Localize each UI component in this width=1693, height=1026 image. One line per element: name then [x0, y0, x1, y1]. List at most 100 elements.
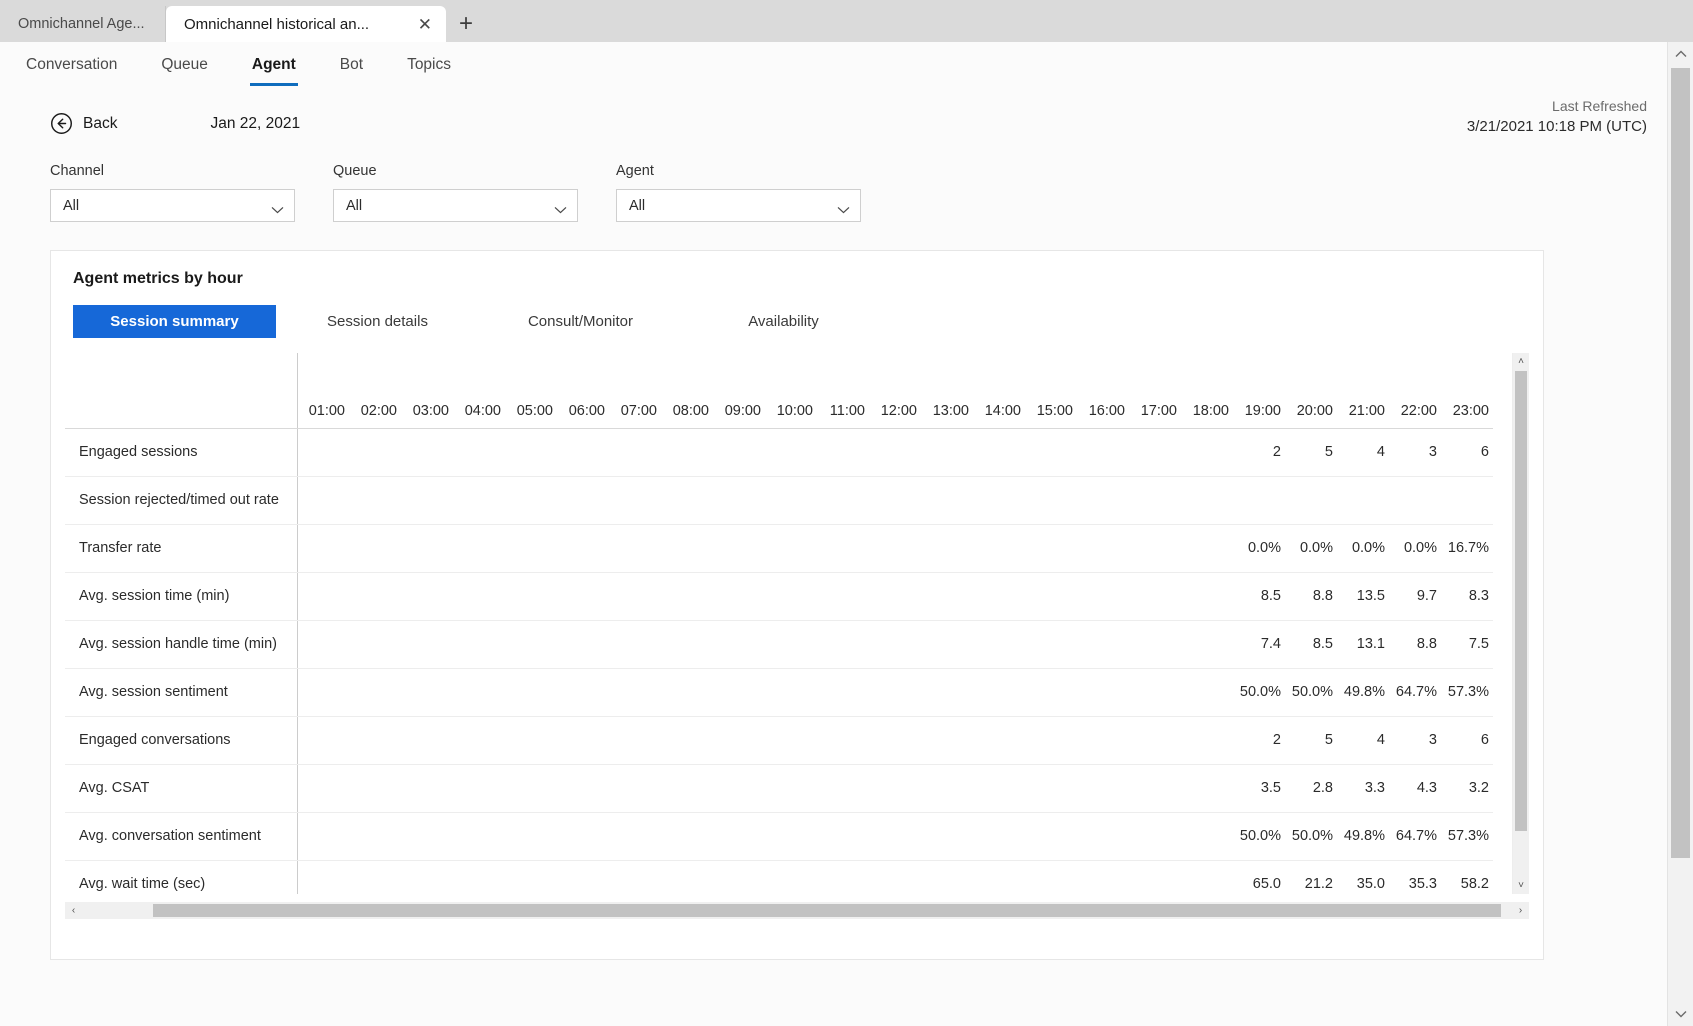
table-cell-value[interactable] [1077, 812, 1129, 861]
table-cell-value[interactable]: 49.8% [1337, 812, 1389, 861]
table-cell-value[interactable] [1077, 620, 1129, 669]
table-cell-value[interactable] [557, 572, 609, 621]
table-cell-value[interactable] [505, 716, 557, 765]
column-header-hour[interactable]: 10:00 [765, 353, 817, 429]
table-cell-value[interactable] [557, 764, 609, 813]
table-cell-value[interactable] [973, 620, 1025, 669]
table-cell-value[interactable] [973, 812, 1025, 861]
table-cell-value[interactable]: 0.0% [1389, 524, 1441, 573]
table-cell-value[interactable] [713, 812, 765, 861]
table-cell-value[interactable] [453, 572, 505, 621]
table-cell-value[interactable] [869, 572, 921, 621]
row-header-metric[interactable]: Transfer rate [65, 524, 298, 573]
table-cell-value[interactable] [765, 716, 817, 765]
table-cell-value[interactable]: 2 [1233, 716, 1285, 765]
table-cell-value[interactable] [453, 476, 505, 525]
table-cell-value[interactable] [713, 668, 765, 717]
table-cell-value[interactable] [401, 476, 453, 525]
table-cell-value[interactable] [1025, 476, 1077, 525]
table-cell-value[interactable] [1441, 476, 1493, 525]
table-cell-value[interactable] [297, 620, 349, 669]
table-cell-value[interactable] [1025, 427, 1077, 477]
table-cell-value[interactable] [1025, 860, 1077, 894]
table-cell-value[interactable] [921, 716, 973, 765]
table-cell-value[interactable] [1025, 572, 1077, 621]
table-cell-value[interactable] [1129, 860, 1181, 894]
table-cell-value[interactable] [1129, 764, 1181, 813]
page-scrollbar[interactable] [1667, 42, 1693, 1026]
table-cell-value[interactable]: 65.0 [1233, 860, 1285, 894]
browser-tab-inactive[interactable]: Omnichannel Age... [0, 6, 166, 42]
table-cell-value[interactable]: 0.0% [1337, 524, 1389, 573]
table-cell-value[interactable] [921, 476, 973, 525]
horizontal-scroll-thumb[interactable] [153, 904, 1501, 917]
table-cell-value[interactable] [453, 620, 505, 669]
table-cell-value[interactable] [869, 476, 921, 525]
table-cell-value[interactable]: 4 [1337, 716, 1389, 765]
table-cell-value[interactable] [297, 524, 349, 573]
row-header-metric[interactable]: Avg. wait time (sec) [65, 860, 298, 894]
table-cell-value[interactable] [765, 860, 817, 894]
table-cell-value[interactable] [1129, 572, 1181, 621]
table-cell-value[interactable] [1077, 668, 1129, 717]
row-header-metric[interactable]: Avg. conversation sentiment [65, 812, 298, 861]
table-cell-value[interactable]: 21.2 [1285, 860, 1337, 894]
table-cell-value[interactable] [609, 572, 661, 621]
table-cell-value[interactable] [349, 812, 401, 861]
table-cell-value[interactable] [661, 764, 713, 813]
table-cell-value[interactable] [453, 812, 505, 861]
table-cell-value[interactable] [505, 427, 557, 477]
table-cell-value[interactable]: 13.5 [1337, 572, 1389, 621]
table-cell-value[interactable] [349, 572, 401, 621]
table-cell-value[interactable] [661, 620, 713, 669]
column-header-hour[interactable]: 23:00 [1441, 353, 1493, 429]
table-cell-value[interactable] [1077, 572, 1129, 621]
table-cell-value[interactable] [349, 668, 401, 717]
table-cell-value[interactable] [557, 620, 609, 669]
table-cell-value[interactable] [557, 716, 609, 765]
pivot-consult-monitor[interactable]: Consult/Monitor [479, 305, 682, 338]
table-cell-value[interactable] [973, 716, 1025, 765]
table-cell-value[interactable] [505, 860, 557, 894]
table-cell-value[interactable] [921, 524, 973, 573]
table-cell-value[interactable] [921, 860, 973, 894]
table-cell-value[interactable]: 13.1 [1337, 620, 1389, 669]
table-cell-value[interactable]: 57.3% [1441, 812, 1493, 861]
row-header-metric[interactable]: Session rejected/timed out rate [65, 476, 298, 525]
table-cell-value[interactable] [1077, 476, 1129, 525]
table-cell-value[interactable] [401, 764, 453, 813]
table-cell-value[interactable]: 49.8% [1337, 668, 1389, 717]
table-cell-value[interactable] [713, 860, 765, 894]
table-cell-value[interactable] [297, 860, 349, 894]
table-cell-value[interactable] [713, 476, 765, 525]
table-cell-value[interactable]: 8.3 [1441, 572, 1493, 621]
table-cell-value[interactable] [349, 476, 401, 525]
column-header-hour[interactable]: 01:00 [297, 353, 349, 429]
table-cell-value[interactable] [401, 572, 453, 621]
table-cell-value[interactable] [1181, 572, 1233, 621]
scroll-left-icon[interactable]: ‹ [65, 902, 82, 919]
table-cell-value[interactable]: 7.5 [1441, 620, 1493, 669]
table-cell-value[interactable]: 3 [1389, 427, 1441, 477]
table-cell-value[interactable] [713, 620, 765, 669]
table-cell-value[interactable] [1025, 668, 1077, 717]
tab-agent[interactable]: Agent [249, 44, 298, 88]
table-cell-value[interactable] [661, 476, 713, 525]
table-cell-value[interactable] [453, 716, 505, 765]
table-cell-value[interactable] [869, 620, 921, 669]
page-scroll-up-icon[interactable] [1668, 42, 1693, 66]
table-cell-value[interactable] [453, 524, 505, 573]
column-header-hour[interactable]: 15:00 [1025, 353, 1077, 429]
table-cell-value[interactable] [765, 427, 817, 477]
table-cell-value[interactable] [817, 764, 869, 813]
table-cell-value[interactable] [1181, 860, 1233, 894]
table-cell-value[interactable] [505, 524, 557, 573]
table-cell-value[interactable] [1077, 764, 1129, 813]
table-cell-value[interactable] [921, 668, 973, 717]
table-cell-value[interactable] [817, 427, 869, 477]
table-cell-value[interactable] [713, 427, 765, 477]
column-header-hour[interactable]: 19:00 [1233, 353, 1285, 429]
table-cell-value[interactable] [1285, 476, 1337, 525]
table-cell-value[interactable] [765, 572, 817, 621]
channel-dropdown[interactable]: All [50, 189, 295, 222]
